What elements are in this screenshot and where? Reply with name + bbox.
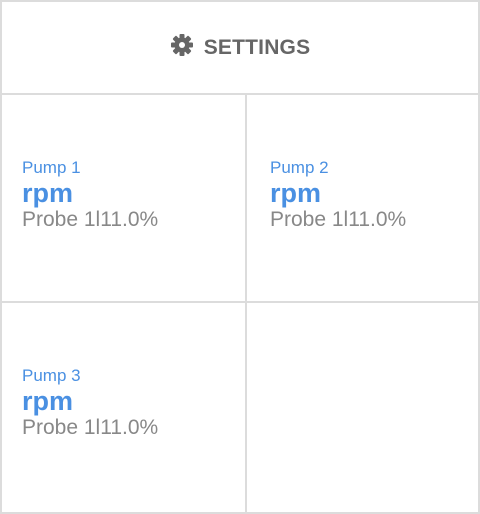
pump-name: Pump 2: [270, 158, 329, 177]
pump-unit: rpm: [22, 386, 74, 416]
pump-probe: Probe 1l11.0%: [22, 208, 159, 231]
gear-icon: [170, 33, 194, 62]
pump-probe: Probe 1l11.0%: [22, 416, 159, 439]
pump-name: Pump 3: [22, 366, 81, 385]
pump-probe: Probe 1l11.0%: [270, 208, 407, 231]
settings-button[interactable]: SETTINGS: [2, 2, 478, 95]
pump-tile-1[interactable]: Pump 1 rpm Probe 1l11.0%: [2, 95, 247, 303]
pump-tile-2[interactable]: Pump 2 rpm Probe 1l11.0%: [247, 95, 478, 303]
settings-title: SETTINGS: [203, 35, 311, 59]
pump-unit: rpm: [270, 178, 322, 208]
pump-tile-3[interactable]: Pump 3 rpm Probe 1l11.0%: [2, 303, 247, 512]
pump-panel: SETTINGS Pump 1 rpm Probe 1l11.0% Pump 2…: [0, 0, 480, 514]
pump-name: Pump 1: [22, 158, 81, 177]
pump-unit: rpm: [22, 178, 74, 208]
empty-tile: [247, 303, 478, 512]
